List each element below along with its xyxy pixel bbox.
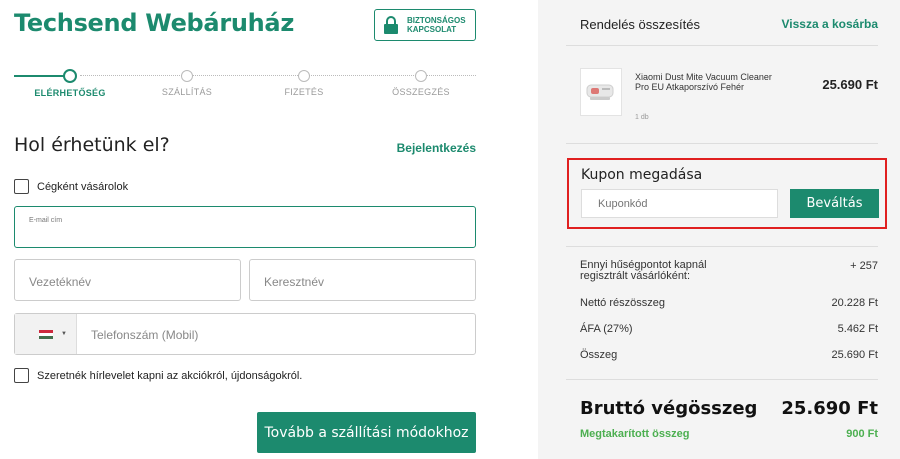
caret-down-icon: ▼ (61, 331, 67, 337)
secure-line-2: KAPCSOLAT (407, 25, 457, 34)
grand-total-label: Bruttó végösszeg (580, 398, 758, 419)
net-subtotal-row: Nettó részösszeg 20.228 Ft (580, 297, 878, 309)
step-dot (181, 70, 193, 82)
company-checkbox-label: Cégként vásárolok (37, 180, 129, 193)
first-name-placeholder: Keresztnév (264, 275, 325, 289)
net-subtotal-value: 20.228 Ft (831, 297, 878, 309)
grand-total-value: 25.690 Ft (781, 398, 878, 419)
country-code-select[interactable]: ▼ (15, 314, 77, 354)
step-label: ELÉRHETŐSÉG (34, 88, 106, 98)
phone-placeholder: Telefonszám (Mobil) (91, 328, 199, 342)
amount-label: Összeg (580, 349, 618, 361)
newsletter-checkbox-label: Szeretnék hírlevelet kapni az akciókról,… (37, 369, 303, 382)
order-summary-panel: Rendelés összesítés Vissza a kosárba Xia… (538, 0, 900, 459)
savings-label: Megtakarított összeg (580, 428, 690, 440)
login-link[interactable]: Bejelentkezés (397, 141, 476, 155)
secure-connection-badge: BIZTONSÁGOS KAPCSOLAT (374, 9, 476, 41)
product-quantity: 1 db (635, 114, 649, 121)
savings-row: Megtakarított összeg 900 Ft (580, 428, 878, 440)
divider (566, 143, 878, 144)
redeem-coupon-button[interactable]: Beváltás (790, 189, 879, 218)
amount-value: 25.690 Ft (831, 349, 878, 361)
loyalty-points-value: + 257 (850, 260, 878, 272)
step-label: ÖSSZEGZÉS (392, 87, 450, 97)
order-summary-title: Rendelés összesítés (580, 17, 700, 32)
coupon-title: Kupon megadása (581, 167, 703, 183)
step-dot (298, 70, 310, 82)
vat-value: 5.462 Ft (837, 323, 878, 335)
email-field-label: E-mail cím (29, 217, 63, 224)
secure-line-1: BIZTONSÁGOS (407, 16, 466, 25)
newsletter-checkbox[interactable] (14, 368, 29, 383)
vat-row: ÁFA (27%) 5.462 Ft (580, 323, 878, 335)
hungary-flag-icon (39, 329, 53, 339)
coupon-code-input[interactable] (581, 189, 778, 218)
divider (566, 45, 878, 46)
product-name[interactable]: Xiaomi Dust Mite Vacuum Cleaner Pro EU A… (635, 72, 783, 92)
net-subtotal-label: Nettó részösszeg (580, 297, 665, 309)
step-summary: ÖSSZEGZÉS (371, 68, 471, 97)
store-logo[interactable]: Techsend Webáruház (14, 9, 294, 37)
step-label: FIZETÉS (284, 87, 324, 97)
back-to-cart-link[interactable]: Vissza a kosárba (781, 17, 878, 31)
divider (566, 246, 878, 247)
step-payment: FIZETÉS (254, 68, 354, 97)
last-name-placeholder: Vezetéknév (29, 275, 92, 289)
step-dot (415, 70, 427, 82)
company-checkbox-row[interactable]: Cégként vásárolok (14, 179, 128, 194)
last-name-field[interactable]: Vezetéknév (14, 259, 241, 301)
amount-row: Összeg 25.690 Ft (580, 349, 878, 361)
product-price: 25.690 Ft (822, 77, 878, 92)
vacuum-cleaner-icon (586, 84, 614, 100)
company-checkbox[interactable] (14, 179, 29, 194)
step-label: SZÁLLÍTÁS (161, 87, 213, 97)
savings-value: 900 Ft (846, 428, 878, 440)
lock-icon (383, 15, 401, 35)
grand-total-row: Bruttó végösszeg 25.690 Ft (580, 398, 878, 419)
loyalty-points-row: Ennyi hűségpontot kapnál regisztrált vás… (580, 260, 878, 282)
step-contact: ELÉRHETŐSÉG (20, 68, 120, 98)
phone-field[interactable]: ▼ Telefonszám (Mobil) (14, 313, 476, 355)
product-image[interactable] (580, 68, 622, 116)
page-title: Hol érhetünk el? (14, 134, 170, 156)
email-field[interactable]: E-mail cím (14, 206, 476, 248)
loyalty-points-label: Ennyi hűségpontot kapnál regisztrált vás… (580, 259, 707, 282)
coupon-section: Kupon megadása Beváltás (567, 158, 887, 229)
first-name-field[interactable]: Keresztnév (249, 259, 476, 301)
newsletter-checkbox-row[interactable]: Szeretnék hírlevelet kapni az akciókról,… (14, 368, 302, 383)
checkout-steps: ELÉRHETŐSÉG SZÁLLÍTÁS FIZETÉS ÖSSZEGZÉS (14, 68, 476, 108)
divider (566, 379, 878, 380)
step-dot (63, 69, 77, 83)
continue-to-shipping-button[interactable]: Tovább a szállítási módokhoz (257, 412, 476, 453)
step-shipping: SZÁLLÍTÁS (137, 68, 237, 97)
vat-label: ÁFA (27%) (580, 323, 633, 335)
